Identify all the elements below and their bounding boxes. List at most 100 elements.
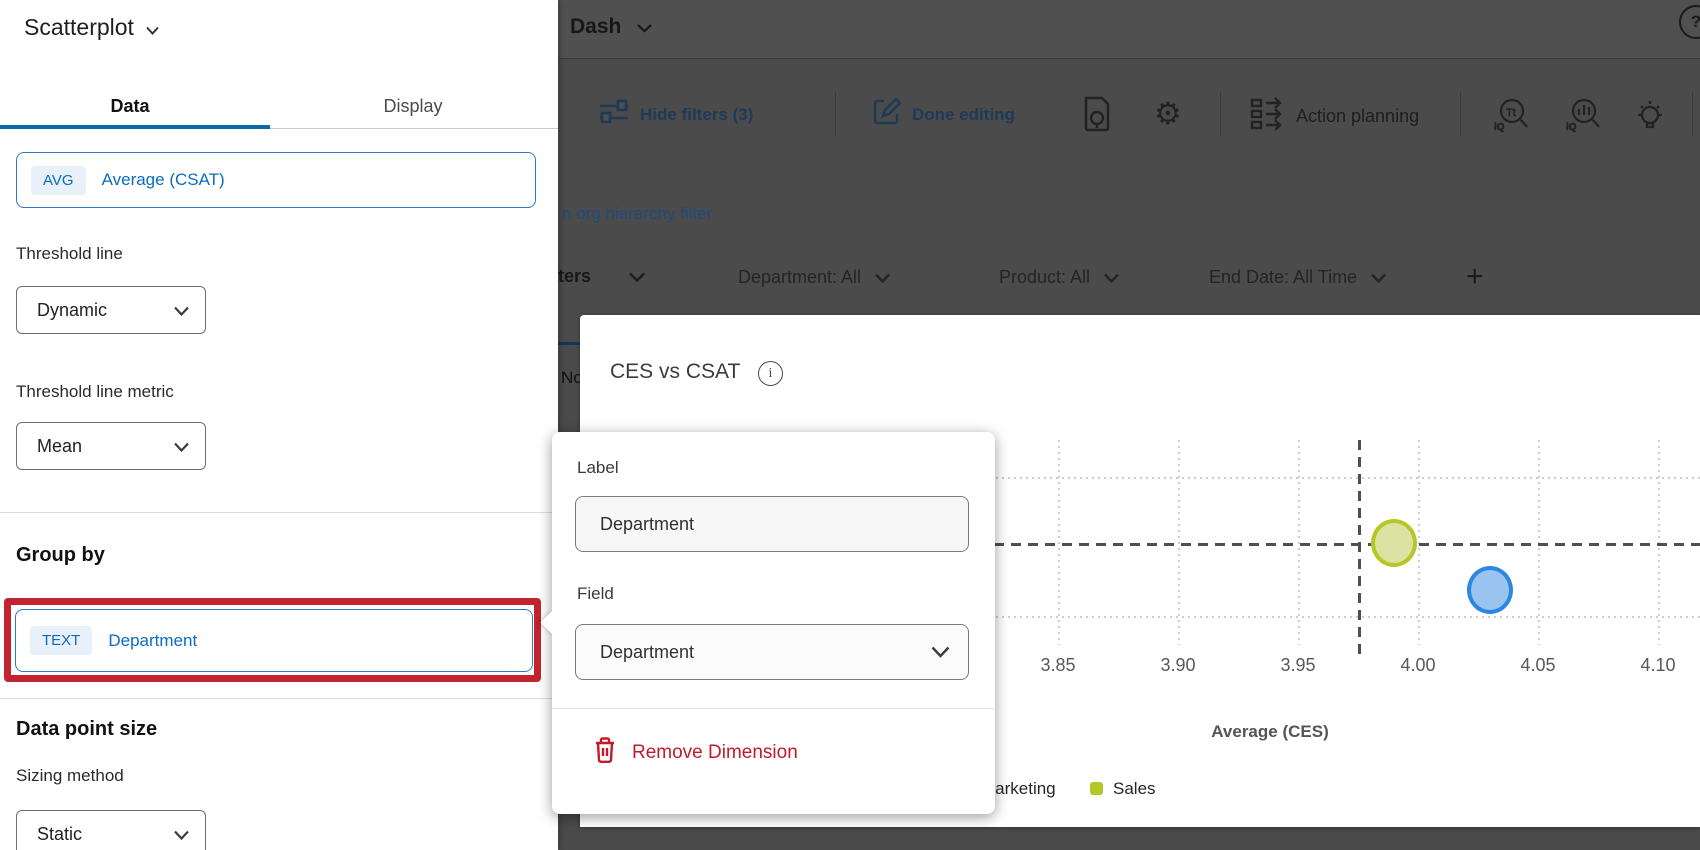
filter-chip-end-date[interactable]: End Date: All Time	[1209, 267, 1386, 288]
widget-type-label: Scatterplot	[24, 14, 134, 41]
chevron-down-icon	[1371, 267, 1386, 288]
gridline-horizontal	[960, 477, 1700, 479]
svg-text:Tt: Tt	[1506, 107, 1516, 119]
toolbar-divider	[835, 92, 836, 136]
chevron-down-icon	[174, 436, 189, 457]
widget-type-dropdown[interactable]: Scatterplot	[24, 14, 159, 41]
tab-data[interactable]: Data	[70, 96, 190, 117]
threshold-line-select[interactable]: Dynamic	[16, 286, 206, 334]
threshold-line-label: Threshold line	[16, 244, 123, 264]
sizing-method-select[interactable]: Static	[16, 810, 206, 850]
group-by-chip-label: Department	[108, 631, 197, 651]
stats-iq-icon[interactable]: iQ	[1564, 96, 1602, 139]
help-icon[interactable]: ?	[1679, 5, 1700, 39]
tab-row-border	[270, 128, 558, 129]
tab-display[interactable]: Display	[343, 96, 483, 117]
done-editing-label: Done editing	[912, 105, 1015, 125]
dashboard-title-menu[interactable]: Dash	[570, 15, 652, 39]
group-by-chip-badge: TEXT	[30, 626, 92, 655]
filter-chip-label: Product: All	[999, 267, 1090, 288]
dialog-label-input[interactable]: Department	[575, 496, 969, 552]
chevron-down-icon	[875, 267, 890, 288]
dialog-divider	[552, 708, 995, 709]
done-editing-button[interactable]: Done editing	[872, 97, 1015, 132]
x-tick-label: 3.95	[1263, 655, 1333, 676]
threshold-line-value: Dynamic	[37, 300, 107, 321]
legend-swatch-sales[interactable]	[1090, 782, 1103, 795]
screen: Dash ? Hide filters (3)	[0, 0, 1700, 850]
filter-sliders-icon	[598, 97, 630, 132]
scatter-plot: 3.853.903.954.004.054.10	[960, 440, 1700, 645]
chevron-down-icon	[174, 824, 189, 845]
dialog-field-value: Department	[600, 642, 694, 663]
active-tab-underline	[0, 125, 270, 129]
legend-label-sales[interactable]: Sales	[1113, 779, 1156, 799]
add-filter-button[interactable]: +	[1466, 260, 1484, 294]
group-by-heading: Group by	[16, 544, 105, 567]
chevron-down-icon	[1104, 267, 1119, 288]
gridline-horizontal	[960, 616, 1700, 618]
sizing-method-label: Sizing method	[16, 766, 124, 786]
dialog-field-label: Field	[577, 584, 614, 604]
filter-chip-label: Department: All	[738, 267, 861, 288]
chevron-down-icon	[637, 15, 652, 39]
top-bar: Dash ?	[558, 0, 1700, 59]
edit-pencil-icon	[872, 97, 902, 132]
dialog-label-label: Label	[577, 458, 619, 478]
dimension-dialog: Label Department Field Department Remove…	[552, 432, 995, 814]
filter-chip-department[interactable]: Department: All	[738, 267, 890, 288]
chevron-down-icon	[146, 14, 159, 41]
trash-icon	[593, 736, 617, 769]
widget-title: CES vs CSAT	[610, 360, 740, 384]
data-point-marketing[interactable]	[1467, 566, 1513, 614]
remove-dimension-button[interactable]: Remove Dimension	[593, 736, 798, 769]
tab-display-label: Display	[383, 96, 442, 116]
group-by-chip[interactable]: TEXT Department	[15, 609, 533, 672]
chevron-down-icon	[931, 642, 950, 663]
dialog-label-value: Department	[600, 514, 694, 535]
tab-data-label: Data	[110, 96, 149, 116]
widget-title-label: CES vs CSAT	[610, 360, 740, 383]
action-planning-icon	[1250, 97, 1286, 136]
dialog-field-select[interactable]: Department	[575, 624, 969, 680]
x-axis-label: Average (CES)	[1140, 722, 1400, 742]
data-point-size-heading: Data point size	[16, 718, 157, 741]
hide-filters-label: Hide filters (3)	[640, 105, 753, 125]
x-tick-label: 3.90	[1143, 655, 1213, 676]
toolbar-divider	[1692, 92, 1693, 136]
svg-text:iQ: iQ	[1494, 122, 1505, 133]
action-planning-label: Action planning	[1296, 106, 1419, 127]
text-iq-icon[interactable]: Tt iQ	[1492, 96, 1530, 139]
filter-chip-label: End Date: All Time	[1209, 267, 1357, 288]
x-tick-label: 4.10	[1623, 655, 1693, 676]
threshold-metric-value: Mean	[37, 436, 82, 457]
threshold-metric-select[interactable]: Mean	[16, 422, 206, 470]
gear-icon[interactable]: ⚙	[1154, 98, 1182, 130]
filter-chip-product[interactable]: Product: All	[999, 267, 1119, 288]
metric-chip[interactable]: AVG Average (CSAT)	[16, 152, 536, 208]
plus-icon: +	[1466, 260, 1484, 293]
section-divider	[0, 698, 558, 699]
org-hierarchy-filter-link[interactable]: n org hierarchy filter	[562, 204, 712, 224]
settings-sidebar: Scatterplot Data Display AVG Average (CS…	[0, 0, 558, 850]
section-divider	[0, 512, 558, 513]
report-lightbulb-icon[interactable]	[1082, 96, 1112, 137]
idea-lightbulb-icon[interactable]	[1632, 96, 1668, 139]
x-tick-label: 4.05	[1503, 655, 1573, 676]
threshold-metric-label: Threshold line metric	[16, 382, 174, 402]
svg-text:iQ: iQ	[1566, 122, 1577, 133]
remove-dimension-label: Remove Dimension	[632, 742, 798, 764]
x-axis-label-text: Average (CES)	[1211, 722, 1328, 741]
threshold-line-vertical	[1358, 440, 1361, 658]
toolbar-divider	[1460, 92, 1461, 136]
hide-filters-button[interactable]: Hide filters (3)	[598, 97, 753, 132]
dashboard-title: Dash	[570, 15, 621, 39]
x-tick-label: 3.85	[1023, 655, 1093, 676]
chevron-down-icon	[174, 300, 189, 321]
toolbar-divider	[1220, 92, 1221, 136]
chevron-down-icon	[629, 266, 645, 287]
hidden-tab-underline	[558, 342, 580, 345]
info-icon[interactable]: i	[758, 361, 783, 386]
data-point-sales[interactable]	[1371, 519, 1417, 567]
action-planning-button[interactable]: Action planning	[1250, 97, 1419, 136]
